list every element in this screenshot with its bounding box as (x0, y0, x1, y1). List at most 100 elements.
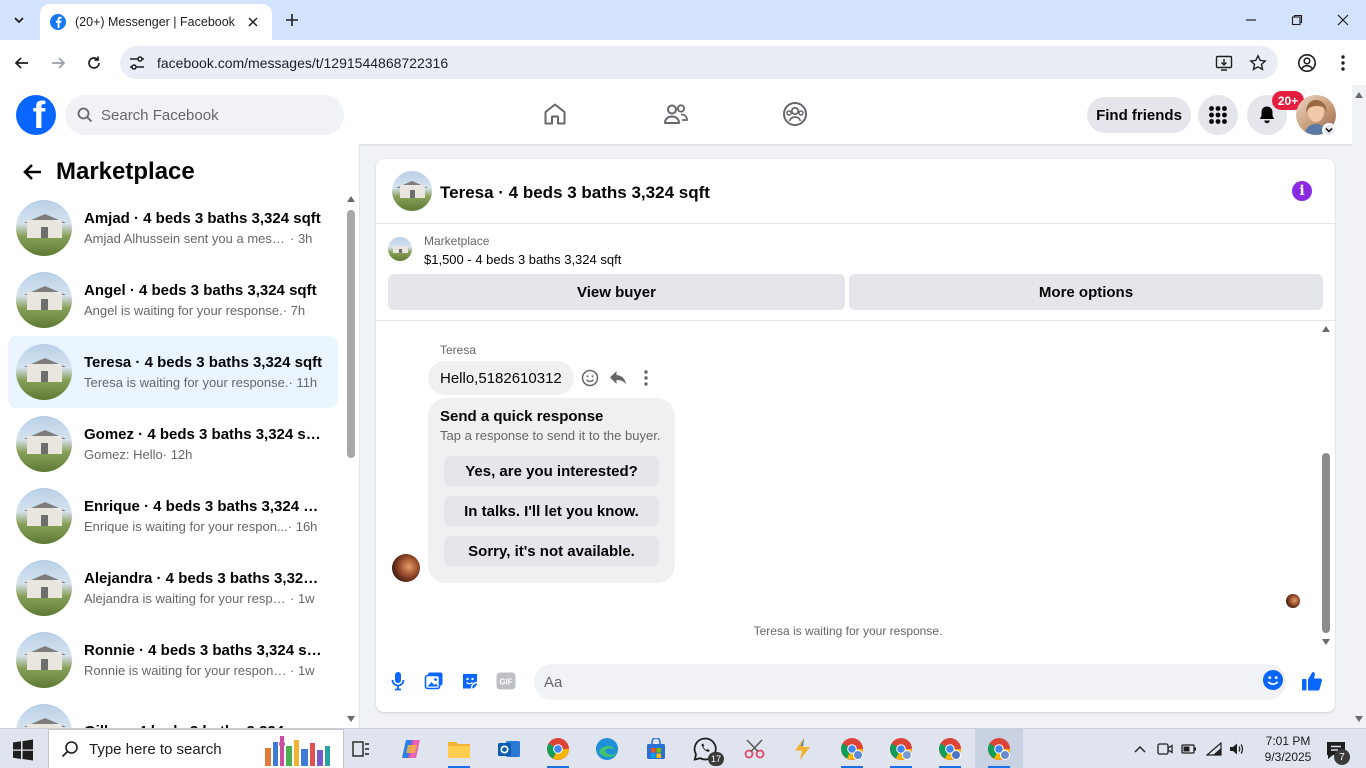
message-input-box[interactable] (534, 664, 1286, 700)
chrome-profile-icon[interactable] (984, 734, 1014, 768)
menu-button[interactable] (1198, 95, 1238, 135)
microsoft-store-icon[interactable] (641, 734, 671, 764)
quick-response-not-available[interactable]: Sorry, it's not available. (444, 536, 659, 566)
taskbar-clock[interactable]: 7:01 PM 9/3/2025 (1256, 733, 1320, 765)
whatsapp-icon[interactable]: 17 (690, 734, 724, 766)
thread-scrollbar-thumb[interactable] (1322, 453, 1330, 633)
facebook-search-input[interactable] (101, 106, 321, 124)
conversation-item[interactable]: Teresa · 4 beds 3 baths 3,324 sqft Teresa… (8, 336, 338, 408)
conversation-item[interactable]: Alejandra · 4 beds 3 baths 3,324... Aleja… (8, 552, 338, 624)
tab-search-button[interactable] (6, 7, 32, 33)
bell-icon (1259, 106, 1275, 124)
facebook-logo[interactable]: f (16, 95, 56, 135)
find-friends-button[interactable]: Find friends (1087, 97, 1191, 133)
back-button[interactable] (10, 51, 34, 75)
reply-icon[interactable] (608, 368, 628, 388)
conversation-item[interactable]: Amjad · 4 beds 3 baths 3,324 sqft Amjad A… (8, 192, 338, 264)
sticker-icon[interactable] (459, 670, 481, 692)
browser-menu-button[interactable] (1331, 51, 1355, 75)
conversation-time: · 3h (290, 230, 313, 246)
nav-groups[interactable] (780, 99, 810, 129)
nav-friends[interactable] (661, 99, 691, 129)
message-more-icon[interactable] (636, 368, 656, 388)
profile-button[interactable] (1295, 51, 1319, 75)
quick-response-interested[interactable]: Yes, are you interested? (444, 456, 659, 486)
clock-date: 9/3/2025 (1264, 750, 1312, 764)
conversation-item[interactable]: Enrique · 4 beds 3 baths 3,324 s... Enriq… (8, 480, 338, 552)
restore-icon (1291, 14, 1303, 26)
voice-clip-icon[interactable] (387, 670, 409, 692)
chat-panel: Teresa · 4 beds 3 baths 3,324 sqft i Mar… (376, 159, 1335, 712)
sidebar-scrollbar[interactable] (344, 196, 356, 724)
forward-button[interactable] (46, 51, 70, 75)
bookmark-star-icon[interactable] (1248, 53, 1268, 73)
quick-response-in-talks[interactable]: In talks. I'll let you know. (444, 496, 659, 526)
sidebar-scrollbar-thumb[interactable] (347, 210, 355, 458)
page-scrollbar[interactable] (1352, 85, 1366, 728)
message-composer: GIF (376, 656, 1335, 706)
gif-icon[interactable]: GIF (495, 670, 517, 692)
chrome-profile-icon[interactable] (935, 734, 965, 768)
restore-button[interactable] (1284, 8, 1310, 32)
seen-by-avatar (1286, 594, 1300, 608)
conversation-item[interactable]: Ronnie · 4 beds 3 baths 3,324 sqft Ronnie… (8, 624, 338, 696)
conversation-item[interactable]: Gomez · 4 beds 3 baths 3,324 sqft Gomez: … (8, 408, 338, 480)
chevron-down-icon (1325, 127, 1333, 133)
windows-start-icon[interactable] (12, 739, 34, 761)
react-emoji-icon[interactable] (580, 368, 600, 388)
edge-icon[interactable] (592, 734, 622, 764)
conversation-item[interactable]: Gilles · 4 beds 3 baths 3,324 s... (8, 696, 338, 728)
nav-home[interactable] (540, 99, 570, 129)
sender-avatar[interactable] (392, 554, 420, 582)
chat-title[interactable]: Teresa · 4 beds 3 baths 3,324 sqft (440, 183, 710, 203)
chrome-profile-icon[interactable] (837, 734, 867, 768)
more-options-button[interactable]: More options (849, 274, 1323, 310)
back-to-chats-button[interactable] (18, 158, 46, 186)
meet-now-icon[interactable] (1157, 741, 1173, 757)
attach-photo-icon[interactable] (423, 670, 445, 692)
minimize-button[interactable] (1238, 8, 1264, 32)
conversation-name: Ronnie · 4 beds 3 baths 3,324 sqft (84, 641, 324, 659)
message-bubble[interactable]: Hello,5182610312 (428, 361, 574, 395)
emoji-picker-icon[interactable] (1262, 669, 1284, 691)
battery-icon[interactable] (1181, 741, 1197, 757)
task-view-icon[interactable] (346, 734, 376, 764)
power-automate-icon[interactable] (788, 734, 818, 764)
conversation-item[interactable]: Angel · 4 beds 3 baths 3,324 sqft Angel i… (8, 264, 338, 336)
browser-tab-messenger[interactable]: (20+) Messenger | Facebook (40, 4, 272, 40)
volume-icon[interactable] (1229, 741, 1245, 757)
address-bar[interactable]: facebook.com/messages/t/1291544868722316 (120, 46, 1278, 79)
marketplace-sidebar: Marketplace Amjad · 4 beds 3 baths 3,324… (0, 144, 360, 728)
chat-listing-thumbnail[interactable] (392, 171, 432, 211)
quick-response-title: Send a quick response (440, 408, 604, 425)
chrome-icon[interactable] (543, 734, 573, 768)
listing-price[interactable]: $1,500 - 4 beds 3 baths 3,324 sqft (424, 252, 621, 267)
wifi-icon[interactable] (1206, 741, 1222, 757)
profile-caret[interactable] (1322, 123, 1336, 137)
thread-scrollbar[interactable] (1320, 322, 1332, 647)
conversation-time: · 7h (282, 302, 306, 318)
listing-thumbnail[interactable] (388, 237, 412, 261)
install-app-icon[interactable] (1214, 53, 1234, 73)
facebook-search-box[interactable] (65, 95, 344, 135)
show-hidden-icons-icon[interactable] (1132, 741, 1148, 757)
outlook-icon[interactable] (494, 734, 524, 764)
new-tab-button[interactable] (281, 9, 303, 31)
file-explorer-icon[interactable] (444, 734, 474, 768)
view-buyer-button[interactable]: View buyer (388, 274, 845, 310)
send-like-icon[interactable] (1301, 670, 1323, 692)
snipping-tool-icon[interactable] (740, 734, 770, 764)
copilot-icon[interactable] (396, 734, 426, 764)
conversation-listing-thumbnail (16, 344, 72, 400)
quick-response-card: Send a quick response Tap a response to … (428, 398, 675, 583)
close-window-button[interactable] (1330, 8, 1356, 32)
tab-close-icon[interactable] (244, 13, 262, 31)
conversation-text: Enrique · 4 beds 3 baths 3,324 s... Enriq… (84, 497, 324, 536)
site-settings-icon[interactable] (128, 54, 146, 72)
chrome-profile-icon[interactable] (886, 734, 916, 768)
listing-banner: Marketplace $1,500 - 4 beds 3 baths 3,32… (376, 225, 1335, 321)
reload-button[interactable] (82, 51, 106, 75)
conversation-info-icon[interactable]: i (1292, 181, 1312, 201)
taskbar-search-box[interactable]: Type here to search (48, 729, 344, 768)
message-input[interactable] (544, 673, 1224, 691)
